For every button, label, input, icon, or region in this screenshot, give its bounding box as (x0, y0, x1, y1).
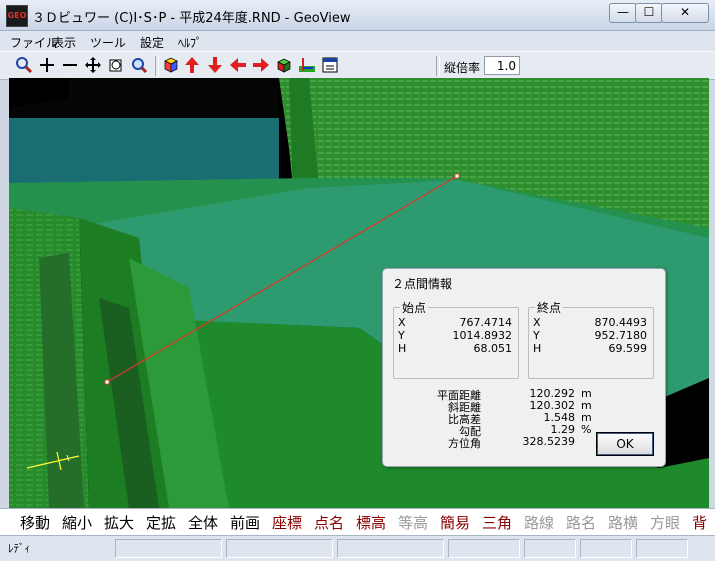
status-text: ﾚﾃﾞｨ (8, 542, 30, 555)
menu-help[interactable]: ﾍﾙﾌﾟ (178, 34, 202, 51)
end-x-value: 870.4493 (594, 316, 648, 329)
dialog-title: ２点間情報 (392, 277, 453, 291)
close-button[interactable]: ✕ (661, 3, 709, 23)
status-cell (226, 539, 333, 558)
start-y-value: 1014.8932 (452, 329, 513, 342)
gradient-unit: % (581, 423, 592, 436)
fixed-zoom-button[interactable]: 定拡 (146, 512, 176, 533)
end-y-label: Y (533, 329, 540, 342)
previous-view-button[interactable]: 前画 (230, 512, 260, 533)
azimuth-value: 328.5239 (522, 435, 576, 448)
arrow-right-icon[interactable] (251, 56, 271, 76)
start-x-value: 767.4714 (459, 316, 513, 329)
start-h-label: H (398, 342, 407, 355)
coordinates-button[interactable]: 座標 (272, 512, 302, 533)
vertical-scale-input[interactable]: 1.0 (484, 56, 520, 75)
axis-icon[interactable] (297, 56, 317, 76)
menu-settings[interactable]: 設定 (140, 34, 164, 51)
status-cell (448, 539, 520, 558)
app-logo-icon: GEO (6, 5, 28, 27)
status-cell (524, 539, 576, 558)
end-point-group: 終点 X 870.4493 Y 952.7180 H 69.599 (528, 299, 654, 379)
arrow-down-icon[interactable] (205, 56, 225, 76)
menu-view[interactable]: 表示 (52, 34, 76, 51)
app-window: GEO ３Ｄビュワー (C)I･S･P - 平成24年度.RND - GeoVi… (0, 0, 715, 561)
command-bar: 移動 縮小 拡大 定拡 全体 前画 座標 点名 標高 等高 簡易 三角 路線 路… (0, 508, 715, 535)
toolbar-separator (155, 56, 159, 76)
start-h-value: 68.051 (473, 342, 513, 355)
minus-icon[interactable] (60, 56, 80, 76)
box-icon[interactable] (274, 56, 294, 76)
plus-icon[interactable] (37, 56, 57, 76)
minimize-button[interactable]: — (609, 3, 637, 23)
zoom-out-button[interactable]: 縮小 (62, 512, 92, 533)
two-point-info-dialog: ２点間情報 始点 X 767.4714 Y 1014.8932 H 68.051… (382, 268, 666, 467)
menu-bar: ファイル 表示 ツール 設定 ﾍﾙﾌﾟ (0, 31, 715, 51)
toolbar: 縦倍率 1.0 (0, 51, 715, 80)
route-cross-button[interactable]: 路横 (608, 512, 638, 533)
triangle-button[interactable]: 三角 (482, 512, 512, 533)
grid-button[interactable]: 方眼 (650, 512, 680, 533)
maximize-button[interactable]: ☐ (635, 3, 663, 23)
menu-file[interactable]: ファイル (10, 34, 58, 51)
rotate-icon[interactable] (106, 56, 126, 76)
end-x-label: X (533, 316, 541, 329)
status-cell (115, 539, 222, 558)
end-h-label: H (533, 342, 542, 355)
arrow-up-icon[interactable] (182, 56, 202, 76)
window-icon[interactable] (320, 56, 340, 76)
cube-icon[interactable] (161, 56, 181, 76)
window-title: ３Ｄビュワー (C)I･S･P - 平成24年度.RND - GeoView (32, 11, 351, 26)
simple-button[interactable]: 簡易 (440, 512, 470, 533)
start-point-group: 始点 X 767.4714 Y 1014.8932 H 68.051 (393, 299, 519, 379)
vertical-scale-label: 縦倍率 (444, 61, 481, 75)
route-name-button[interactable]: 路名 (566, 512, 596, 533)
zoom-in-button[interactable]: 拡大 (104, 512, 134, 533)
status-cell (337, 539, 444, 558)
move-button[interactable]: 移動 (20, 512, 50, 533)
point-name-button[interactable]: 点名 (314, 512, 344, 533)
status-cell (636, 539, 688, 558)
start-y-label: Y (398, 329, 405, 342)
title-bar[interactable]: GEO ３Ｄビュワー (C)I･S･P - 平成24年度.RND - GeoVi… (0, 0, 715, 31)
toolbar-separator (436, 56, 440, 76)
end-point-label: 終点 (535, 299, 564, 316)
azimuth-label: 方位角 (448, 437, 481, 450)
start-x-label: X (398, 316, 406, 329)
arrow-left-icon[interactable] (228, 56, 248, 76)
end-h-value: 69.599 (608, 342, 648, 355)
contour-button[interactable]: 等高 (398, 512, 428, 533)
status-cell (580, 539, 632, 558)
route-line-button[interactable]: 路線 (524, 512, 554, 533)
menu-tools[interactable]: ツール (90, 34, 126, 51)
fit-all-button[interactable]: 全体 (188, 512, 218, 533)
start-point-label: 始点 (400, 299, 429, 316)
background-button[interactable]: 背 (692, 512, 707, 533)
elevation-button[interactable]: 標高 (356, 512, 386, 533)
pan-icon[interactable] (83, 56, 103, 76)
end-y-value: 952.7180 (594, 329, 648, 342)
find-icon[interactable] (129, 56, 149, 76)
ok-button[interactable]: OK (596, 432, 654, 456)
zoom-icon[interactable] (14, 56, 34, 76)
status-bar: ﾚﾃﾞｨ (0, 535, 715, 561)
